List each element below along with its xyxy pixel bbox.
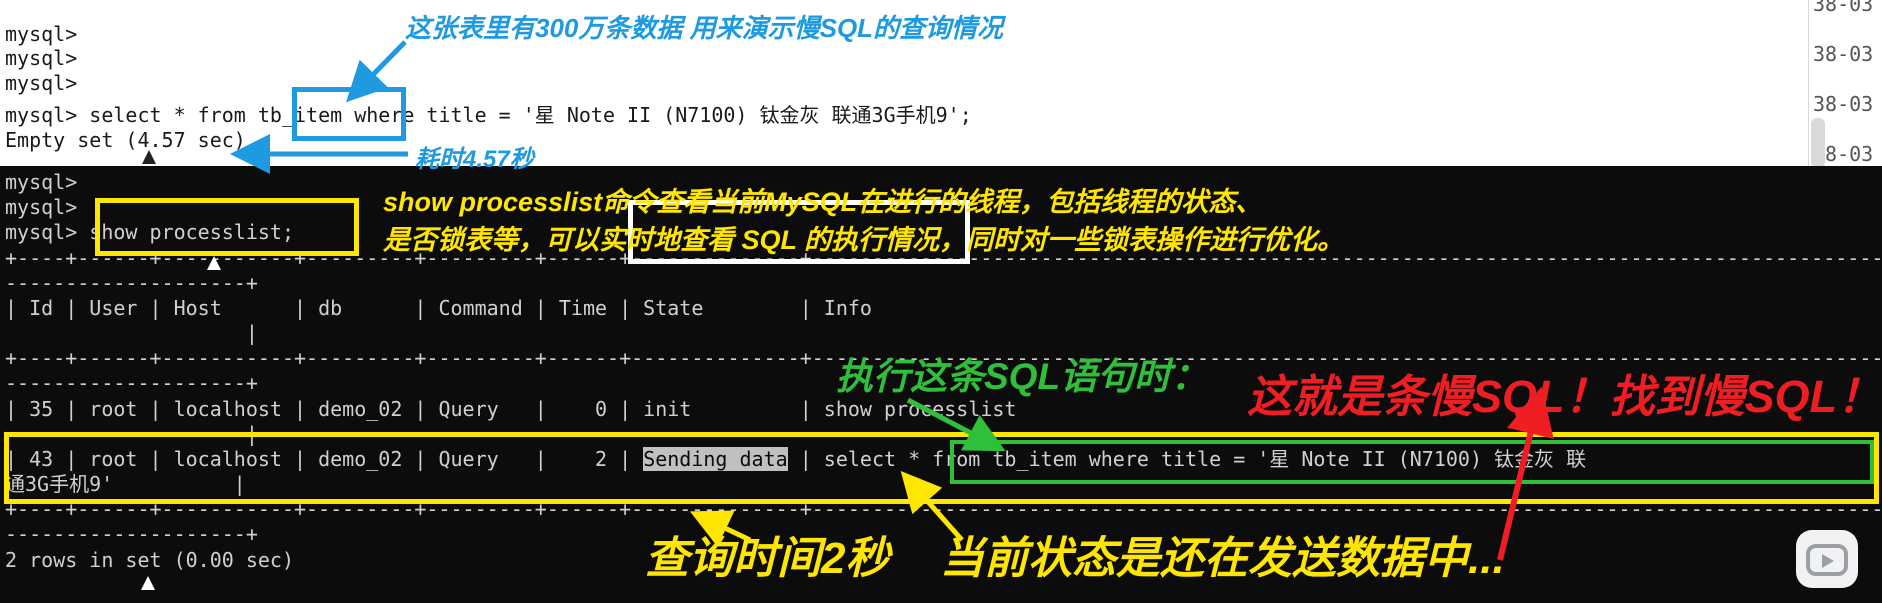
green-arrow-to-info [906,397,1006,452]
mouse-cursor-icon [207,256,221,270]
annotation-arrows [230,40,1554,561]
slow-sql-found-note: 这就是条慢SQL！找到慢SQL！ [1247,371,1882,422]
video-watermark-icon [1796,530,1858,588]
red-arrow-to-info [1497,386,1554,561]
processlist-explanation-line-1: show processlist命令查看当前MySQL在进行的线程，包括线程的状… [383,187,1263,217]
processlist-explanation-line-2: 是否锁表等，可以实时地查看 SQL 的执行情况，同时对一些锁表操作进行优化。 [383,225,1345,255]
blue-arrow-to-table [346,40,407,103]
query-time-note: 查询时间2秒 [645,534,890,583]
table-size-note: 这张表里有300万条数据 用来演示慢SQL的查询情况 [405,13,1004,43]
current-state-note: 当前状态是还在发送数据中... [940,534,1505,583]
elapsed-time-note: 耗时4.57秒 [415,146,534,173]
mouse-cursor-icon [142,150,156,164]
executing-sql-note: 执行这条SQL语句时： [836,356,1209,397]
mouse-cursor-icon [141,576,155,590]
